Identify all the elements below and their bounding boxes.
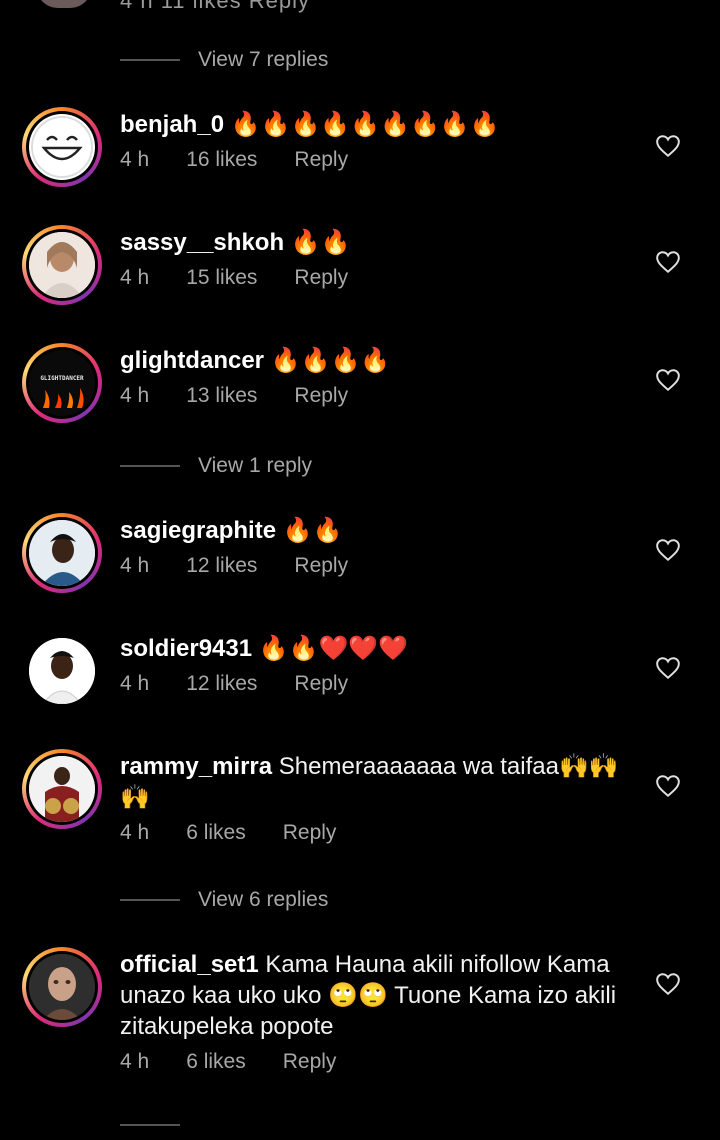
reply-button[interactable]: Reply — [294, 266, 348, 290]
comment-likes[interactable]: 6 likes — [186, 1050, 246, 1074]
photo-avatar — [29, 756, 95, 822]
photo-avatar — [29, 954, 95, 1020]
comment-username[interactable]: sagiegraphite — [120, 517, 276, 544]
heart-outline-icon[interactable] — [655, 774, 681, 798]
comment-time: 4 h — [120, 384, 150, 407]
view-replies-button[interactable]: View 1 reply — [120, 451, 312, 481]
heart-outline-icon[interactable] — [655, 656, 681, 680]
comment-likes[interactable]: 13 likes — [186, 384, 257, 408]
partial-comment: 4 h 11 likes Reply — [0, 0, 720, 13]
heart-outline-icon[interactable] — [655, 972, 681, 996]
comment-text: 🔥🔥 — [282, 517, 343, 544]
divider-line — [120, 59, 180, 61]
photo-avatar — [29, 520, 95, 586]
reply-button[interactable]: Reply — [294, 148, 348, 172]
heart-outline-icon[interactable] — [655, 368, 681, 392]
heart-outline-icon[interactable] — [655, 134, 681, 158]
divider-line — [120, 465, 180, 467]
divider-line — [120, 899, 180, 901]
avatar-story-ring[interactable] — [22, 947, 102, 1027]
avatar[interactable] — [22, 631, 102, 711]
reply-button[interactable]: Reply — [294, 384, 348, 408]
comment-text: 🔥🔥🔥🔥 — [270, 347, 391, 374]
comment-time: 4 h — [120, 266, 150, 289]
comment-time: 4 h — [120, 672, 150, 695]
heart-outline-icon[interactable] — [655, 250, 681, 274]
reply-button[interactable]: Reply — [283, 1050, 337, 1074]
comment-username[interactable]: glightdancer — [120, 347, 264, 374]
avatar-story-ring[interactable] — [22, 225, 102, 305]
partial-comment-meta: 4 h 11 likes Reply — [120, 0, 311, 13]
view-replies-label: View 1 reply — [198, 454, 313, 477]
view-replies-button-partial[interactable] — [120, 1110, 198, 1140]
reply-button[interactable]: Reply — [283, 821, 337, 845]
reply-button[interactable]: Reply — [294, 554, 348, 578]
logo-avatar: GLIGHTDANCER — [29, 350, 95, 416]
view-replies-label: View 6 replies — [198, 888, 329, 911]
comment-text: 🔥🔥 — [290, 229, 351, 256]
photo-avatar — [29, 638, 95, 704]
view-replies-button[interactable]: View 6 replies — [120, 885, 328, 915]
comment-username[interactable]: benjah_0 — [120, 111, 224, 138]
comment-time: 4 h — [120, 554, 150, 577]
comment-text: 🔥🔥❤️❤️❤️ — [258, 635, 409, 662]
comment-likes[interactable]: 12 likes — [186, 554, 257, 578]
comment-likes[interactable]: 15 likes — [186, 266, 257, 290]
comment-likes[interactable]: 16 likes — [186, 148, 257, 172]
comment-likes[interactable]: 6 likes — [186, 821, 246, 845]
view-replies-button[interactable]: View 7 replies — [120, 45, 328, 75]
comment-time: 4 h — [120, 148, 150, 171]
heart-outline-icon[interactable] — [655, 538, 681, 562]
comment-username[interactable]: sassy__shkoh — [120, 229, 284, 256]
view-replies-label: View 7 replies — [198, 48, 329, 71]
divider-line — [120, 1124, 180, 1126]
comment-time: 4 h — [120, 1050, 150, 1073]
reply-button[interactable]: Reply — [294, 672, 348, 696]
avatar-story-ring[interactable] — [22, 513, 102, 593]
comment-username[interactable]: rammy_mirra — [120, 753, 272, 780]
comment-likes[interactable]: 12 likes — [186, 672, 257, 696]
avatar — [36, 0, 92, 8]
comment-username[interactable]: soldier9431 — [120, 635, 252, 662]
avatar-logo-text: GLIGHTDANCER — [40, 375, 84, 382]
avatar-story-ring[interactable]: GLIGHTDANCER — [22, 343, 102, 423]
comment-text: 🔥🔥🔥🔥🔥🔥🔥🔥🔥 — [230, 111, 500, 138]
comment-username[interactable]: official_set1 — [120, 951, 259, 978]
avatar-story-ring[interactable] — [22, 749, 102, 829]
photo-avatar — [29, 232, 95, 298]
comment-time: 4 h — [120, 821, 150, 844]
smiley-avatar — [29, 114, 95, 180]
avatar-story-ring[interactable] — [22, 107, 102, 187]
